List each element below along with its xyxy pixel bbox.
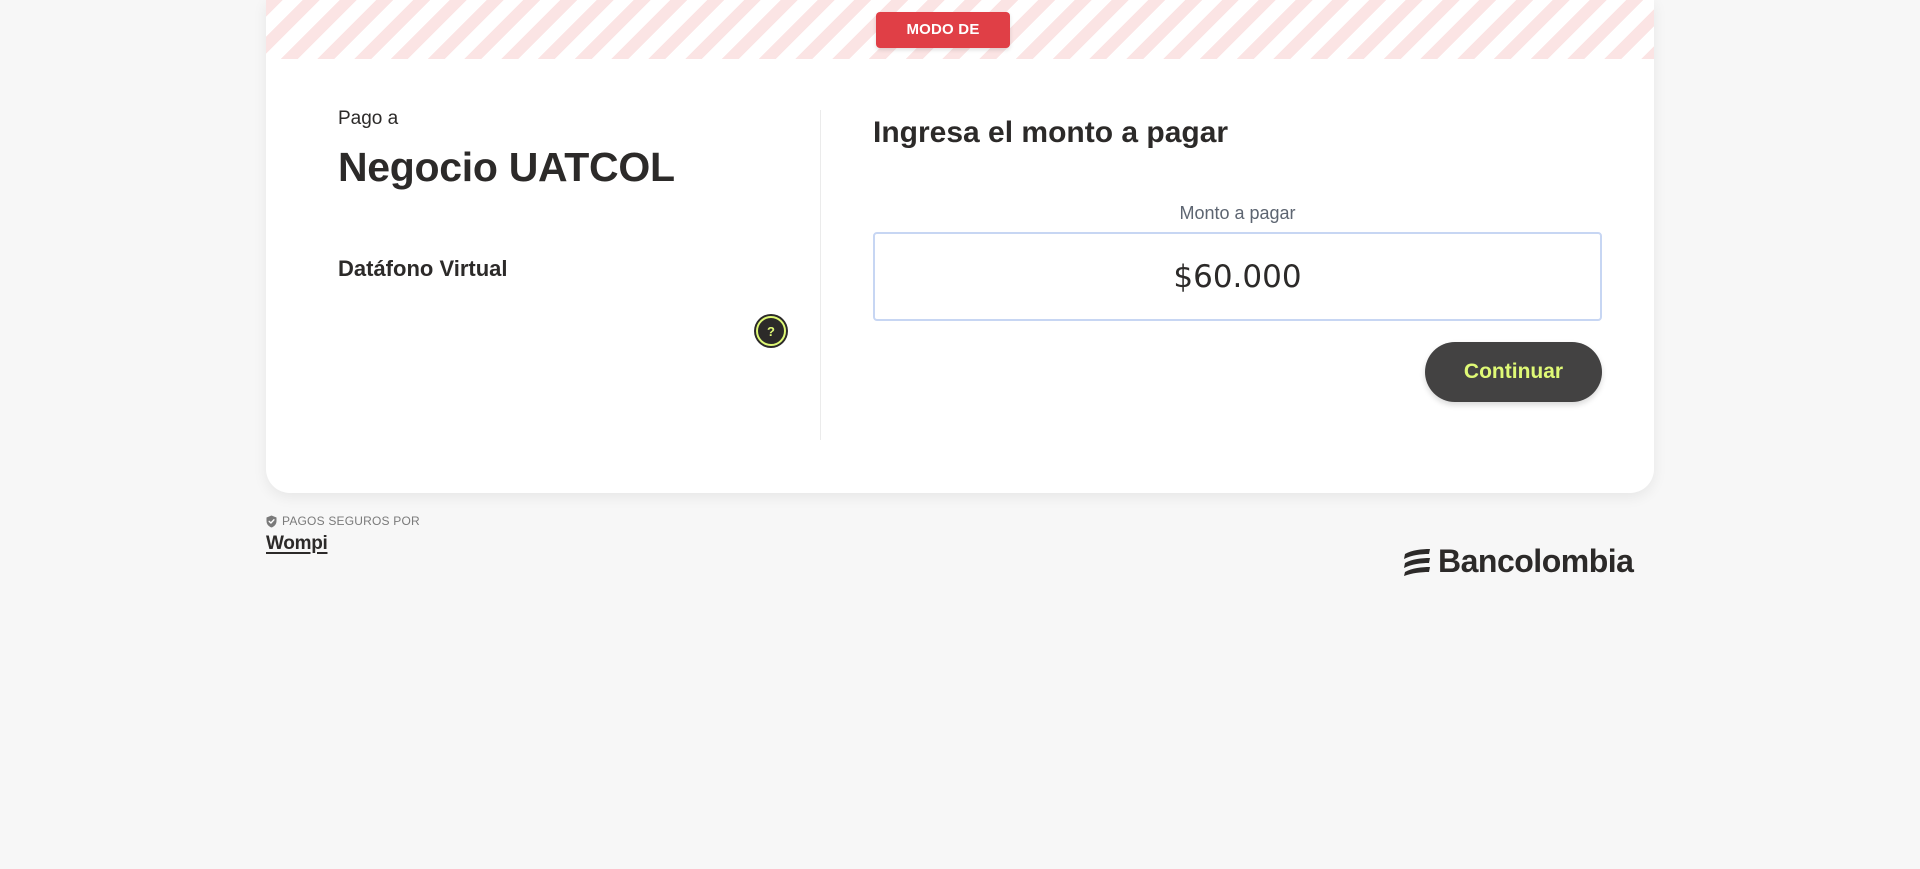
continue-button[interactable]: Continuar [1425, 342, 1602, 402]
bancolombia-logo: Bancolombia [1402, 543, 1634, 580]
test-mode-banner: MODO DE PRUEBAS [266, 0, 1654, 74]
test-mode-badge: MODO DE PRUEBAS [876, 12, 1010, 74]
payment-card: MODO DE PRUEBAS Pago a Negocio UATCOL Da… [266, 0, 1654, 493]
amount-heading: Ingresa el monto a pagar [873, 116, 1229, 149]
amount-input[interactable] [873, 232, 1602, 321]
question-icon: ? [767, 323, 775, 339]
bancolombia-logo-icon [1404, 548, 1430, 576]
wompi-logo: Wompi [266, 533, 328, 554]
bancolombia-text: Bancolombia [1438, 543, 1634, 579]
secure-line: PAGOS SEGUROS POR [266, 514, 420, 528]
amount-panel: Ingresa el monto a pagar Monto a pagar C… [873, 110, 1602, 402]
secure-payments-footer: PAGOS SEGUROS POR Wompi [266, 514, 420, 555]
merchant-panel: Pago a Negocio UATCOL Datáfono Virtual [338, 108, 768, 281]
amount-label: Monto a pagar [1179, 203, 1296, 223]
shield-check-icon [266, 515, 277, 527]
product-name: Datáfono Virtual [338, 256, 508, 281]
pay-to-label: Pago a [338, 108, 399, 129]
help-button[interactable]: ? [756, 316, 786, 346]
merchant-name: Negocio UATCOL [338, 144, 675, 190]
secure-label: PAGOS SEGUROS POR [282, 514, 420, 528]
column-divider [820, 110, 821, 440]
